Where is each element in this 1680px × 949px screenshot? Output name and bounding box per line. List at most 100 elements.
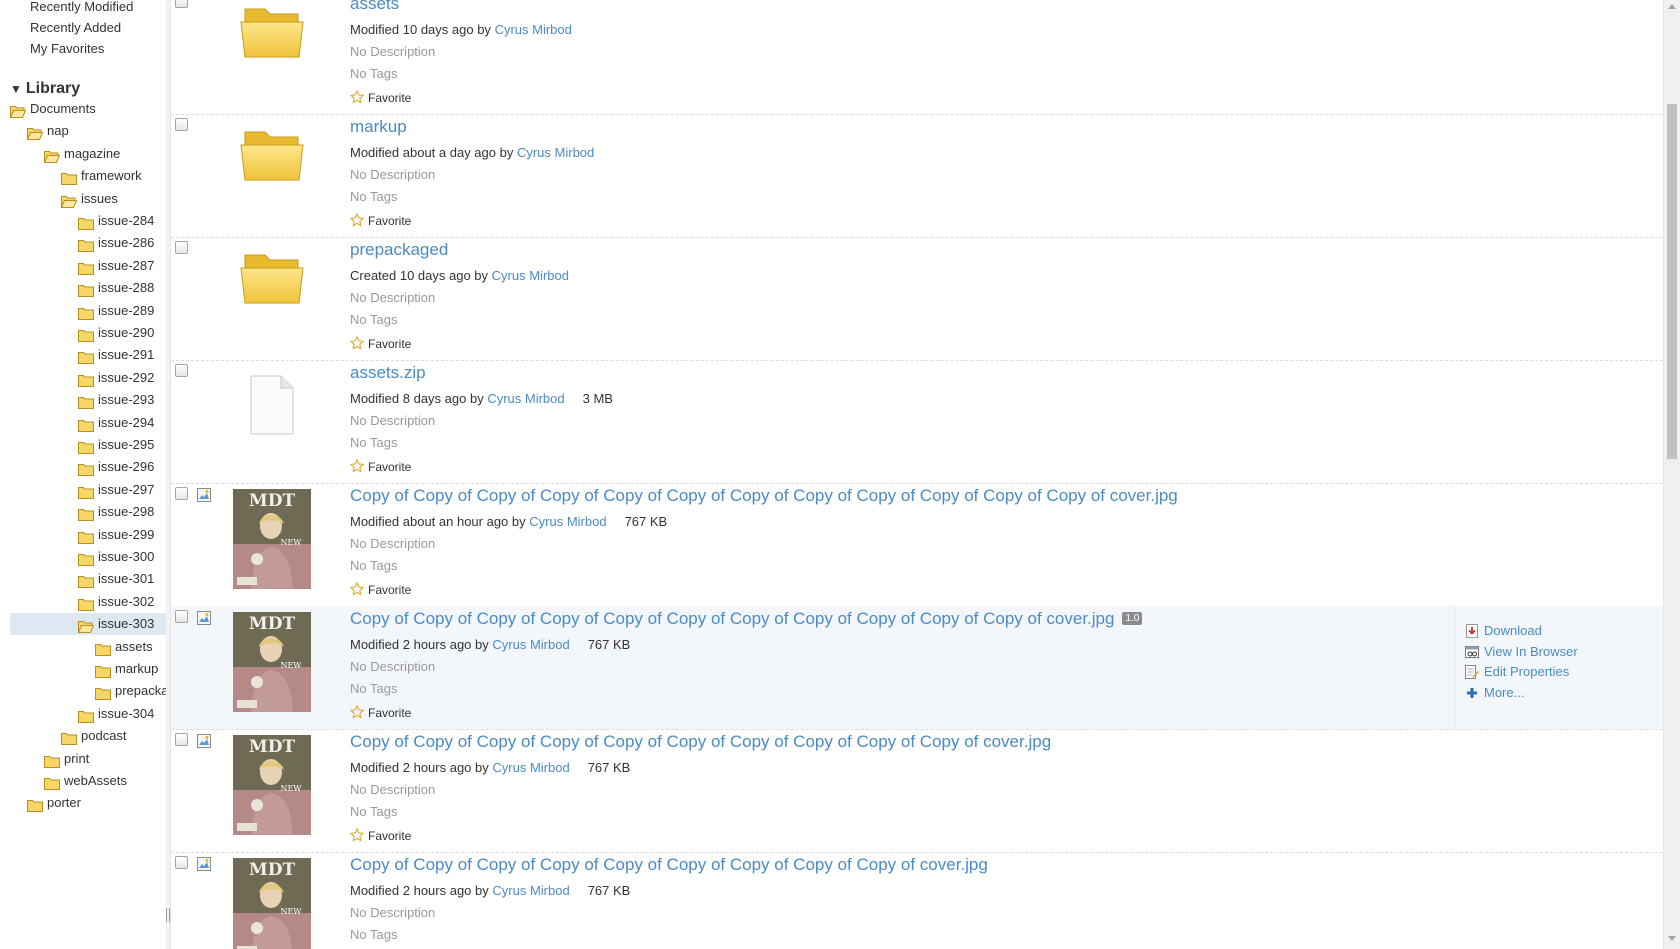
tree-item-issue-296[interactable]: issue-296 — [78, 456, 154, 478]
document-row[interactable]: prepackaged Created 10 days ago by Cyrus … — [171, 237, 1663, 361]
star-icon[interactable] — [349, 335, 365, 353]
select-checkbox[interactable] — [175, 241, 188, 254]
library-header[interactable]: ▼ Library — [10, 80, 80, 98]
document-name-text[interactable]: assets.zip — [350, 363, 426, 382]
tree-item-issue-294[interactable]: issue-294 — [78, 412, 154, 434]
tree-item-prepackaged[interactable]: prepackaged — [95, 680, 166, 702]
document-row[interactable]: MDT NEW Copy of Copy of Copy of Copy of Co… — [171, 852, 1663, 949]
author-link[interactable]: Cyrus Mirbod — [495, 22, 572, 37]
tree-item-issue-302[interactable]: issue-302 — [78, 591, 154, 613]
document-description[interactable]: No Description — [350, 167, 435, 182]
document-name-link[interactable]: Copy of Copy of Copy of Copy of Copy of … — [350, 486, 1178, 506]
quick-link-my-favorites[interactable]: My Favorites — [30, 41, 104, 56]
favorite-toggle[interactable]: Favorite — [349, 704, 411, 722]
tree-item-issue-303[interactable]: issue-303 — [10, 613, 166, 636]
document-tags[interactable]: No Tags — [350, 312, 397, 327]
tree-item-issue-298[interactable]: issue-298 — [78, 501, 154, 523]
document-description[interactable]: No Description — [350, 290, 435, 305]
document-row[interactable]: assets Modified 10 days ago by Cyrus Mirb… — [171, 0, 1663, 115]
tree-item-issue-304[interactable]: issue-304 — [78, 703, 154, 725]
document-name-link[interactable]: Copy of Copy of Copy of Copy of Copy of … — [350, 609, 1143, 629]
document-description[interactable]: No Description — [350, 536, 435, 551]
document-row[interactable]: MDT NEW Copy of Copy of Copy of Copy of Co… — [171, 606, 1663, 730]
document-row[interactable]: MDT NEW Copy of Copy of Copy of Copy of Co… — [171, 729, 1663, 853]
document-name-text[interactable]: prepackaged — [350, 240, 448, 259]
tree-item-issue-292[interactable]: issue-292 — [78, 367, 154, 389]
tree-item-print[interactable]: print — [44, 748, 89, 770]
star-icon[interactable] — [349, 581, 365, 599]
action-download[interactable]: Download — [1465, 623, 1542, 638]
document-description[interactable]: No Description — [350, 782, 435, 797]
author-link[interactable]: Cyrus Mirbod — [529, 514, 606, 529]
author-link[interactable]: Cyrus Mirbod — [492, 637, 569, 652]
favorite-toggle[interactable]: Favorite — [349, 335, 411, 353]
tree-item-documents[interactable]: Documents — [9, 98, 96, 120]
document-name-link[interactable]: Copy of Copy of Copy of Copy of Copy of … — [350, 732, 1051, 752]
author-link[interactable]: Cyrus Mirbod — [487, 391, 564, 406]
generic-file-icon[interactable] — [233, 366, 311, 466]
tree-item-porter[interactable]: porter — [27, 792, 81, 814]
favorite-toggle[interactable]: Favorite — [349, 827, 411, 845]
vertical-scrollbar[interactable] — [1663, 0, 1680, 949]
favorite-toggle[interactable]: Favorite — [349, 458, 411, 476]
document-name-text[interactable]: Copy of Copy of Copy of Copy of Copy of … — [350, 609, 1114, 628]
document-row[interactable]: markup Modified about a day ago by Cyrus … — [171, 114, 1663, 238]
document-description[interactable]: No Description — [350, 905, 435, 920]
document-name-link[interactable]: Copy of Copy of Copy of Copy of Copy of … — [350, 855, 988, 875]
document-tags[interactable]: No Tags — [350, 558, 397, 573]
quick-link-recently-added[interactable]: Recently Added — [30, 20, 121, 35]
tree-item-nap[interactable]: nap — [26, 120, 69, 142]
folder-large-icon[interactable] — [233, 243, 311, 343]
favorite-toggle[interactable]: Favorite — [349, 212, 411, 230]
tree-item-issue-299[interactable]: issue-299 — [78, 524, 154, 546]
document-description[interactable]: No Description — [350, 413, 435, 428]
document-name-text[interactable]: markup — [350, 117, 407, 136]
author-link[interactable]: Cyrus Mirbod — [517, 145, 594, 160]
tree-item-issue-286[interactable]: issue-286 — [78, 232, 154, 254]
star-icon[interactable] — [349, 89, 365, 107]
author-link[interactable]: Cyrus Mirbod — [492, 883, 569, 898]
tree-item-issue-293[interactable]: issue-293 — [78, 389, 154, 411]
tree-item-assets[interactable]: assets — [95, 636, 153, 658]
folder-large-icon[interactable] — [233, 120, 311, 220]
tree-item-magazine[interactable]: magazine — [43, 143, 120, 165]
tree-item-issue-288[interactable]: issue-288 — [78, 277, 154, 299]
scroll-down-arrow-icon[interactable] — [1668, 936, 1676, 941]
select-checkbox[interactable] — [175, 733, 188, 746]
cover-thumbnail[interactable]: MDT NEW — [233, 735, 311, 835]
star-icon[interactable] — [349, 458, 365, 476]
action-more[interactable]: More... — [1465, 685, 1524, 700]
scroll-up-arrow-icon[interactable] — [1668, 4, 1676, 9]
document-description[interactable]: No Description — [350, 659, 435, 674]
favorite-toggle[interactable]: Favorite — [349, 89, 411, 107]
document-name-link[interactable]: markup — [350, 117, 407, 137]
document-tags[interactable]: No Tags — [350, 927, 397, 942]
star-icon[interactable] — [349, 827, 365, 845]
tree-item-issue-290[interactable]: issue-290 — [78, 322, 154, 344]
tree-item-issue-284[interactable]: issue-284 — [78, 210, 154, 232]
author-link[interactable]: Cyrus Mirbod — [492, 268, 569, 283]
document-row[interactable]: assets.zip Modified 8 days ago by Cyrus M… — [171, 360, 1663, 484]
tree-item-framework[interactable]: framework — [61, 165, 142, 187]
document-name-link[interactable]: assets — [350, 0, 399, 14]
select-checkbox[interactable] — [175, 856, 188, 869]
action-view-in-browser[interactable]: View In Browser — [1465, 644, 1578, 659]
splitter-grip-icon[interactable] — [166, 908, 170, 922]
document-name-link[interactable]: prepackaged — [350, 240, 448, 260]
author-link[interactable]: Cyrus Mirbod — [492, 760, 569, 775]
document-description[interactable]: No Description — [350, 44, 435, 59]
tree-item-issue-291[interactable]: issue-291 — [78, 344, 154, 366]
document-name-text[interactable]: Copy of Copy of Copy of Copy of Copy of … — [350, 855, 988, 874]
tree-item-issue-297[interactable]: issue-297 — [78, 479, 154, 501]
tree-item-issue-300[interactable]: issue-300 — [78, 546, 154, 568]
document-name-text[interactable]: assets — [350, 0, 399, 13]
select-checkbox[interactable] — [175, 0, 188, 8]
select-checkbox[interactable] — [175, 364, 188, 377]
select-checkbox[interactable] — [175, 487, 188, 500]
tree-item-issues[interactable]: issues — [60, 188, 118, 210]
star-icon[interactable] — [349, 704, 365, 722]
folder-large-icon[interactable] — [233, 0, 311, 97]
select-checkbox[interactable] — [175, 118, 188, 131]
tree-item-issue-289[interactable]: issue-289 — [78, 300, 154, 322]
star-icon[interactable] — [349, 212, 365, 230]
